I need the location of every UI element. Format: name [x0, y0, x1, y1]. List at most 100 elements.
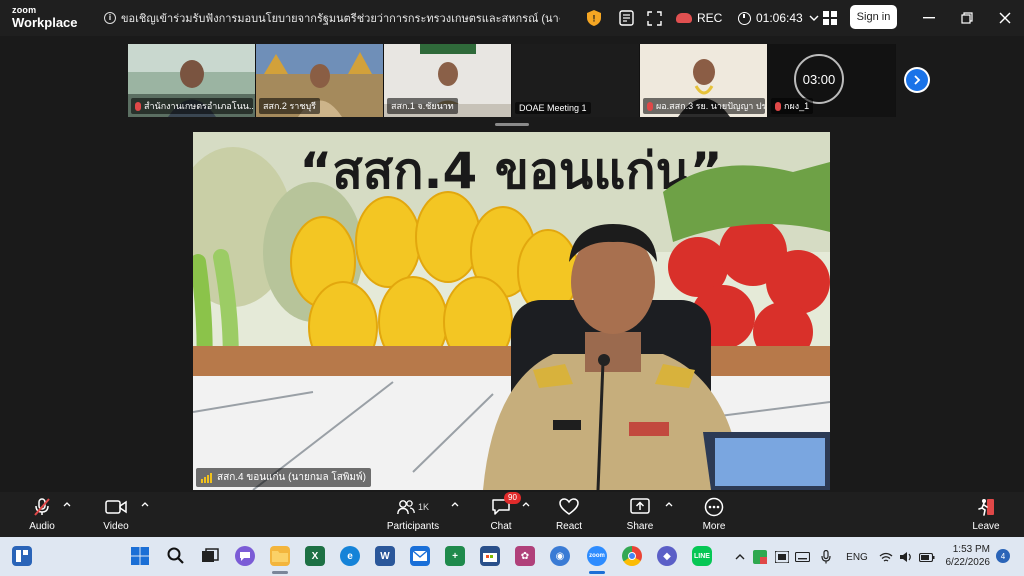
participant-thumbnail[interactable]: DOAE Meeting 1 — [512, 44, 640, 117]
mic-muted-icon — [775, 101, 781, 111]
participant-name: ผอ.สสก.3 รย. นายปัญญา ประ... — [643, 98, 765, 114]
meeting-timer[interactable]: 01:06:43 — [738, 8, 819, 28]
countdown-timer: 03:00 — [794, 54, 844, 104]
next-page-button[interactable] — [904, 67, 930, 93]
participant-thumbnail[interactable]: สสก.2 ราชบุรี — [256, 44, 384, 117]
clock-time: 1:53 PM — [952, 544, 990, 555]
windows-taskbar: X e W + ✿ ◉ zoom ◆ LINE ENG 1:53 PM 6/22… — [0, 537, 1024, 576]
chrome-icon[interactable] — [622, 546, 642, 566]
word-icon[interactable]: W — [375, 546, 395, 566]
more-button[interactable]: More — [698, 496, 730, 534]
react-button[interactable]: React — [553, 496, 585, 534]
participants-count: 1K — [417, 502, 429, 512]
leave-button[interactable]: Leave — [970, 496, 1002, 534]
battery-icon[interactable] — [918, 548, 936, 566]
view-grid-icon[interactable] — [821, 9, 839, 27]
participants-options-caret[interactable] — [451, 500, 459, 508]
participant-thumbnail[interactable]: 03:00 กผง_1 — [768, 44, 896, 117]
notification-badge[interactable]: 4 — [996, 549, 1010, 563]
active-app-indicator — [272, 571, 288, 574]
mail-icon[interactable] — [410, 546, 430, 566]
meeting-controls: Audio Video 1K Participants 90 Chat Reac… — [0, 492, 1024, 537]
zoom-app-icon[interactable]: zoom — [587, 546, 607, 566]
mic-muted-icon — [647, 101, 653, 111]
heart-icon — [559, 498, 579, 515]
mic-muted-icon — [34, 498, 50, 516]
copilot-icon[interactable]: ◆ — [657, 546, 677, 566]
participant-strip: สำนักงานเกษตรอำเภอโนน... สสก.2 ราชบุรี ส… — [128, 44, 896, 117]
photos-icon[interactable]: ✿ — [515, 546, 535, 566]
fullscreen-icon[interactable] — [645, 9, 663, 27]
excel-icon[interactable]: X — [305, 546, 325, 566]
zoom-logo: zoom Workplace — [12, 5, 78, 30]
tray-app-icon[interactable] — [774, 548, 790, 566]
speaker-name-label: สสก.4 ขอนแก่น (นายกมล โสพิมพ์) — [196, 468, 371, 487]
edge-browser-icon[interactable]: e — [340, 546, 360, 566]
start-menu-icon[interactable] — [130, 546, 150, 566]
chat-app-icon[interactable] — [235, 546, 255, 566]
audio-button[interactable]: Audio — [26, 496, 58, 534]
svg-text:!: ! — [593, 14, 596, 24]
logo-line1: zoom — [12, 5, 37, 15]
recording-indicator[interactable]: REC — [676, 8, 722, 28]
wifi-icon[interactable] — [878, 548, 894, 566]
speaker-icon[interactable] — [898, 548, 914, 566]
share-options-caret[interactable] — [665, 500, 673, 508]
calculator-icon[interactable]: + — [445, 546, 465, 566]
speaker-video: “สสก.4 ขอนแก่น” — [193, 132, 830, 490]
keyboard-icon[interactable] — [794, 548, 810, 566]
meeting-info[interactable]: i ขอเชิญเข้าร่วมรับฟังการมอบนโยบายจากรัฐ… — [104, 9, 560, 27]
elapsed-time: 01:06:43 — [756, 11, 803, 25]
task-view-icon[interactable] — [200, 546, 220, 566]
participants-button[interactable]: 1K Participants — [387, 496, 439, 534]
video-button[interactable]: Video — [100, 496, 132, 534]
audio-options-caret[interactable] — [63, 500, 71, 508]
store-icon[interactable] — [480, 546, 500, 566]
participant-name: สสก.1 จ.ชัยนาท — [387, 98, 458, 114]
system-clock[interactable]: 1:53 PM 6/22/2026 — [944, 543, 991, 569]
participant-thumbnail[interactable]: สำนักงานเกษตรอำเภอโนน... — [128, 44, 256, 117]
participant-name: DOAE Meeting 1 — [515, 102, 591, 114]
strip-resize-handle[interactable] — [495, 123, 529, 126]
restore-icon[interactable] — [958, 9, 976, 27]
banner-text: “สสก.4 ขอนแก่น” — [299, 142, 722, 200]
share-button[interactable]: Share — [624, 496, 656, 534]
minimize-icon[interactable] — [920, 9, 938, 27]
language-indicator[interactable]: ENG — [844, 548, 870, 566]
search-icon[interactable] — [165, 546, 185, 566]
participant-name: กผง_1 — [771, 98, 814, 114]
main-video: “สสก.4 ขอนแก่น” สสก.4 ขอนแก่น (นายกมล โส… — [193, 132, 830, 490]
audio-level-icon — [201, 472, 213, 483]
video-camera-icon — [105, 500, 127, 514]
meeting-notes-icon[interactable] — [617, 9, 635, 27]
info-icon[interactable]: i — [104, 12, 116, 24]
widgets-icon[interactable] — [12, 546, 32, 566]
rec-label: REC — [697, 11, 723, 25]
participant-thumbnail[interactable]: ผอ.สสก.3 รย. นายปัญญา ประ... — [640, 44, 768, 117]
cloud-record-icon — [676, 13, 692, 23]
line-app-icon[interactable]: LINE — [692, 546, 712, 566]
phone-link-icon[interactable]: ◉ — [550, 546, 570, 566]
active-app-indicator — [589, 571, 605, 574]
tray-app-icon[interactable] — [752, 548, 768, 566]
sign-in-button[interactable]: Sign in — [850, 5, 897, 29]
participant-thumbnail[interactable]: สสก.1 จ.ชัยนาท — [384, 44, 512, 117]
microphone-icon[interactable] — [818, 548, 834, 566]
security-shield-icon[interactable]: ! — [585, 9, 603, 27]
chat-button[interactable]: 90 Chat — [486, 492, 521, 534]
participant-name: สำนักงานเกษตรอำเภอโนน... — [131, 98, 253, 114]
chevron-right-icon — [914, 75, 921, 85]
participant-name: สสก.2 ราชบุรี — [259, 98, 320, 114]
share-screen-icon — [630, 498, 650, 514]
close-icon[interactable] — [996, 9, 1014, 27]
participants-icon — [397, 500, 415, 515]
meeting-title: ขอเชิญเข้าร่วมรับฟังการมอบนโยบายจากรัฐมน… — [121, 13, 560, 25]
file-explorer-icon[interactable] — [270, 546, 290, 566]
title-bar: zoom Workplace i ขอเชิญเข้าร่วมรับฟังการ… — [0, 0, 1024, 36]
chat-options-caret[interactable] — [522, 500, 530, 508]
chevron-up-icon[interactable] — [734, 548, 746, 566]
leave-meeting-icon — [978, 499, 994, 516]
chat-unread-badge: 90 — [504, 492, 521, 504]
video-options-caret[interactable] — [141, 500, 149, 508]
clock-icon — [738, 11, 751, 25]
